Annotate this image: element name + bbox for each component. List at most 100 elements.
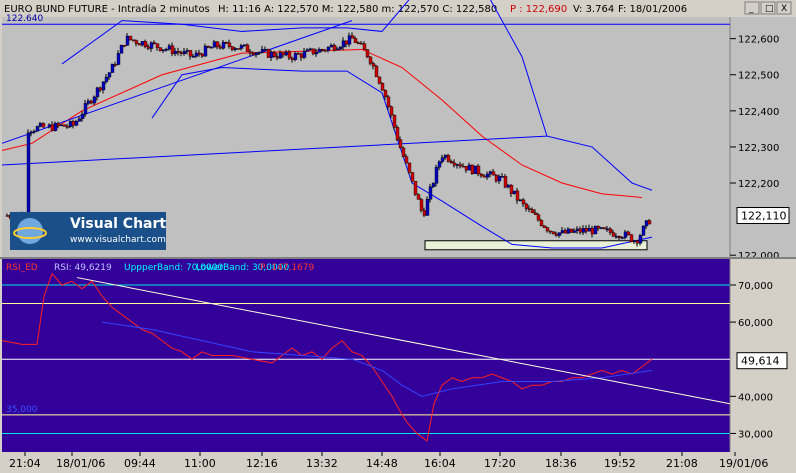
candle-body [281,52,286,56]
candle-body [32,130,37,133]
candle-body [170,45,175,54]
minimize-button[interactable]: _ [744,1,760,15]
candle-body [119,44,124,54]
candle-body [296,53,301,55]
candle-body [284,51,289,56]
candle-body [347,35,352,45]
candle-body [140,41,145,46]
time-tick-label: 21:04 [9,457,41,470]
candle-body [467,164,472,171]
candle-body [338,46,343,50]
candle-body [623,231,628,238]
candle-body [89,100,94,104]
candle-body [332,44,337,51]
candle-body [416,194,421,200]
candle-body [422,210,427,216]
window-title: EURO BUND FUTURE - Intradía 2 minutos [4,3,210,15]
candle-body [242,44,247,47]
candle-body [335,48,340,51]
candle-body [581,228,586,233]
candle-body [479,173,484,177]
candle-body [476,165,481,175]
candle-body [557,232,562,236]
candle-body [323,49,328,52]
candle-body [80,113,85,120]
time-tick-label: 19/01/06 [719,457,768,470]
candle-body [182,51,187,54]
candle-body [314,52,319,55]
price-tick-label: 122,200 [738,179,779,190]
candle-body [98,87,103,91]
candle-body [386,96,391,107]
candle-body [200,53,205,57]
candle-body [485,173,490,178]
candle-body [47,124,52,128]
candle-body [107,72,112,78]
candle-body [95,87,100,98]
candle-body [203,45,208,57]
candle-body [38,123,43,127]
time-tick-label: 13:32 [306,457,338,470]
candle-body [377,76,382,84]
rsi-legend-item: RSI_ED [6,263,38,273]
candle-body [287,51,292,59]
candle-body [239,45,244,49]
p-readout: P : 122,690 [510,4,567,15]
candle-body [428,186,433,200]
candle-body [62,124,67,127]
candle-body [368,56,373,64]
candle-body [638,235,643,244]
candle-body [35,126,40,132]
candle-body [626,231,631,235]
candle-body [353,38,358,43]
candle-body [461,165,466,168]
candle-body [206,45,211,48]
candle-body [41,123,46,128]
close-button[interactable]: X [776,1,792,15]
rsi-panel [2,259,730,452]
candle-body [488,171,493,175]
candle-body [308,48,313,51]
maximize-button[interactable]: □ [760,1,776,15]
time-tick-label: 11:00 [184,457,216,470]
candle-body [620,237,625,239]
candle-body [554,233,559,236]
candle-body [104,76,109,82]
candle-body [365,49,370,58]
candle-body [374,65,379,78]
candle-body [644,220,649,227]
price-tick-label: 122,400 [738,107,779,118]
candle-body [521,199,526,205]
candle-body [65,126,70,128]
candle-body [134,40,139,44]
candle-body [614,236,619,238]
candle-body [167,45,172,50]
candle-body [512,190,517,194]
candle-body [446,155,451,162]
candle-body [125,35,130,46]
candle-body [440,157,445,162]
candle-body [275,56,280,59]
price-tick-label: 122,600 [738,35,779,46]
candle-body [260,49,265,53]
candle-body [152,42,157,44]
svg-text:□: □ [765,4,774,14]
candle-body [500,176,505,178]
candle-body [437,161,442,168]
candle-body [395,127,400,140]
candle-body [566,228,571,234]
candle-body [77,118,82,122]
candle-body [518,199,523,202]
candle-body [248,51,253,54]
candle-body [599,227,604,229]
candle-body [329,44,334,48]
current-price-value: 122,110 [741,209,787,222]
candle-body [230,46,235,50]
candle-body [413,180,418,195]
svg-text:_: _ [748,4,754,14]
candle-body [233,48,238,50]
candle-body [71,121,76,126]
candle-body [158,47,163,52]
candle-body [224,41,229,44]
candle-body [179,52,184,54]
